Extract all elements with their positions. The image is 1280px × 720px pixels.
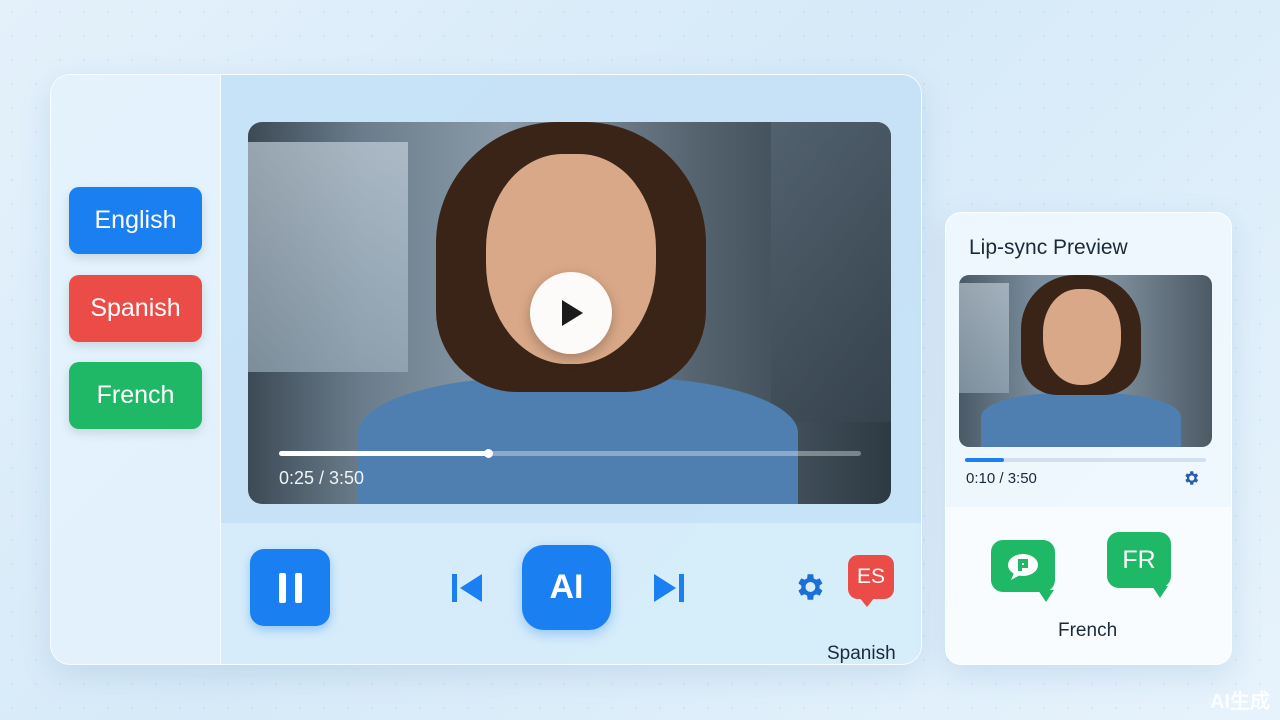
- gear-icon: [798, 574, 823, 600]
- pause-icon: [278, 572, 286, 603]
- skip-forward-button[interactable]: [649, 568, 689, 608]
- spanish-badge-tail: [859, 597, 875, 607]
- language-button-english[interactable]: English: [69, 187, 202, 254]
- preview-language-label: French: [1058, 620, 1118, 641]
- language-sidebar: English Spanish French: [51, 75, 221, 664]
- video-time-display: 0:25 / 3:50: [279, 468, 365, 488]
- skip-back-button[interactable]: [447, 568, 487, 608]
- watermark-text: AI生成: [1210, 691, 1270, 713]
- french-language-badge[interactable]: FR: [1107, 532, 1171, 588]
- chat-bubble-tail: [1038, 590, 1054, 602]
- video-progress-fill: [279, 449, 493, 458]
- speaker-body: [358, 377, 798, 504]
- video-progress-bar[interactable]: [279, 449, 861, 458]
- current-language-label: Spanish: [827, 643, 896, 664]
- preview-speaker-body: [981, 393, 1181, 447]
- skip-back-icon: [452, 574, 482, 602]
- background-window: [248, 142, 408, 372]
- settings-button[interactable]: [789, 567, 829, 607]
- preview-progress-bar[interactable]: [965, 458, 1206, 462]
- french-badge-tail: [1152, 586, 1168, 598]
- skip-forward-icon: [654, 574, 684, 602]
- preview-settings-button[interactable]: [1182, 469, 1200, 487]
- preview-time-display: 0:10 / 3:50: [966, 470, 1037, 487]
- play-icon: [562, 300, 583, 326]
- preview-language-area: FR French: [946, 507, 1231, 664]
- language-button-french[interactable]: French: [69, 362, 202, 429]
- language-button-spanish[interactable]: Spanish: [69, 275, 202, 342]
- video-progress-handle[interactable]: [483, 449, 493, 458]
- preview-background-window: [959, 283, 1009, 393]
- main-video-panel: English Spanish French 0:25 / 3:50 AI ES…: [50, 74, 922, 665]
- pause-button[interactable]: [250, 549, 330, 626]
- lip-sync-preview-card: Lip-sync Preview 0:10 / 3:50 FR French: [945, 212, 1232, 665]
- video-area: 0:25 / 3:50: [221, 75, 921, 523]
- gear-icon: [1185, 471, 1199, 485]
- ai-dub-button[interactable]: AI: [522, 545, 611, 630]
- pause-icon-bar: [294, 572, 302, 603]
- play-button[interactable]: [530, 272, 612, 354]
- chat-bubble-icon: [1008, 554, 1038, 580]
- chat-language-button[interactable]: [991, 540, 1055, 592]
- preview-progress-fill: [965, 458, 1004, 462]
- preview-speaker-face: [1043, 289, 1121, 385]
- preview-title: Lip-sync Preview: [969, 236, 1128, 259]
- preview-video[interactable]: [959, 275, 1212, 447]
- video-player[interactable]: 0:25 / 3:50: [248, 122, 891, 504]
- playback-controls: AI ES Spanish: [221, 523, 921, 664]
- watermark: AI生成: [1210, 692, 1270, 712]
- background-wall: [771, 122, 891, 422]
- spanish-language-badge[interactable]: ES: [848, 555, 894, 599]
